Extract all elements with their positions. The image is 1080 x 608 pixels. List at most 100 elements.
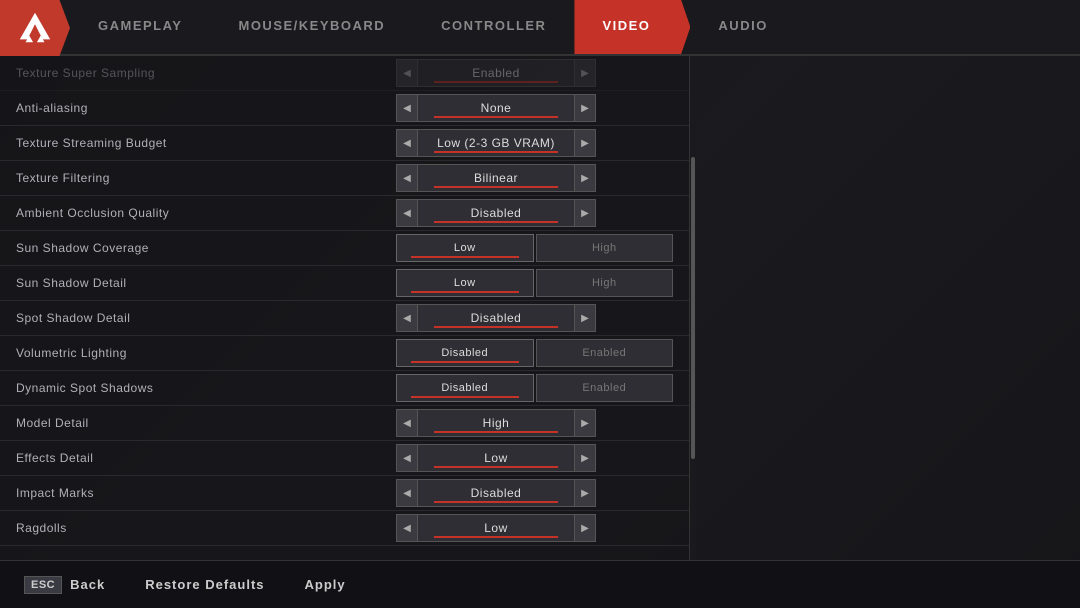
- arrow-selector-texture-streaming-budget[interactable]: ◀ Low (2-3 GB VRAM) ▶: [396, 129, 596, 157]
- arrow-left-effects-detail[interactable]: ◀: [396, 444, 418, 472]
- arrow-left-model-detail[interactable]: ◀: [396, 409, 418, 437]
- label-texture-streaming-budget: Texture Streaming Budget: [16, 136, 396, 150]
- setting-row-volumetric-lighting: Volumetric Lighting Disabled Enabled: [0, 336, 689, 371]
- arrow-selector-ambient-occlusion-quality[interactable]: ◀ Disabled ▶: [396, 199, 596, 227]
- label-effects-detail: Effects Detail: [16, 451, 396, 465]
- arrow-selector-impact-marks[interactable]: ◀ Disabled ▶: [396, 479, 596, 507]
- toggle-volumetric-lighting-disabled[interactable]: Disabled: [396, 339, 534, 367]
- arrow-selector-effects-detail[interactable]: ◀ Low ▶: [396, 444, 596, 472]
- arrow-right-top-faded[interactable]: ▶: [574, 59, 596, 87]
- toggle-sun-shadow-coverage-high[interactable]: High: [536, 234, 674, 262]
- value-texture-streaming-budget: Low (2-3 GB VRAM): [418, 129, 574, 157]
- app-container: GAMEPLAY MOUSE/KEYBOARD CONTROLLER VIDEO…: [0, 0, 1080, 608]
- right-panel: [696, 56, 1080, 560]
- control-sun-shadow-detail: Low High: [396, 269, 673, 297]
- toggle-volumetric-lighting-enabled[interactable]: Enabled: [536, 339, 674, 367]
- arrow-right-spot-shadow-detail[interactable]: ▶: [574, 304, 596, 332]
- toggle-sun-shadow-coverage: Low High: [396, 234, 673, 262]
- restore-defaults-button[interactable]: Restore Defaults: [145, 577, 264, 592]
- label-anti-aliasing: Anti-aliasing: [16, 101, 396, 115]
- apply-button[interactable]: Apply: [305, 577, 346, 592]
- setting-row-top-faded: Texture Super Sampling ◀ Enabled ▶: [0, 56, 689, 91]
- arrow-right-anti-aliasing[interactable]: ▶: [574, 94, 596, 122]
- underline-effects-detail: [434, 466, 559, 468]
- toggle-sun-shadow-detail-high[interactable]: High: [536, 269, 674, 297]
- setting-row-model-detail: Model Detail ◀ High ▶: [0, 406, 689, 441]
- settings-scroll[interactable]: Texture Super Sampling ◀ Enabled ▶: [0, 56, 689, 560]
- setting-row-anti-aliasing: Anti-aliasing ◀ None ▶: [0, 91, 689, 126]
- arrow-right-ambient-occlusion-quality[interactable]: ▶: [574, 199, 596, 227]
- control-spot-shadow-detail: ◀ Disabled ▶: [396, 304, 673, 332]
- toggle-dynamic-spot-shadows-disabled[interactable]: Disabled: [396, 374, 534, 402]
- back-button[interactable]: ESC Back: [24, 576, 105, 594]
- underline-impact-marks: [434, 501, 559, 503]
- setting-row-texture-streaming-budget: Texture Streaming Budget ◀ Low (2-3 GB V…: [0, 126, 689, 161]
- arrow-selector-model-detail[interactable]: ◀ High ▶: [396, 409, 596, 437]
- arrow-selector-anti-aliasing[interactable]: ◀ None ▶: [396, 94, 596, 122]
- back-label: Back: [70, 577, 105, 592]
- control-top-faded: ◀ Enabled ▶: [396, 59, 673, 87]
- scroll-divider[interactable]: [690, 56, 696, 560]
- bottom-bar: ESC Back Restore Defaults Apply: [0, 560, 1080, 608]
- arrow-left-texture-streaming-budget[interactable]: ◀: [396, 129, 418, 157]
- toggle-sun-shadow-detail: Low High: [396, 269, 673, 297]
- tab-gameplay[interactable]: GAMEPLAY: [70, 0, 210, 54]
- arrow-right-texture-filtering[interactable]: ▶: [574, 164, 596, 192]
- scroll-thumb: [691, 157, 695, 459]
- underline-texture-streaming-budget: [434, 151, 559, 153]
- arrow-left-anti-aliasing[interactable]: ◀: [396, 94, 418, 122]
- nav-tabs: GAMEPLAY MOUSE/KEYBOARD CONTROLLER VIDEO…: [70, 0, 1080, 54]
- arrow-right-texture-streaming-budget[interactable]: ▶: [574, 129, 596, 157]
- arrow-left-ambient-occlusion-quality[interactable]: ◀: [396, 199, 418, 227]
- underline-sun-shadow-detail-low: [411, 291, 519, 293]
- apply-label: Apply: [305, 577, 346, 592]
- arrow-right-ragdolls[interactable]: ▶: [574, 514, 596, 542]
- setting-row-dynamic-spot-shadows: Dynamic Spot Shadows Disabled Enabled: [0, 371, 689, 406]
- underline-spot-shadow-detail: [434, 326, 559, 328]
- control-texture-filtering: ◀ Bilinear ▶: [396, 164, 673, 192]
- arrow-right-model-detail[interactable]: ▶: [574, 409, 596, 437]
- underline-dynamic-spot-shadows-disabled: [411, 396, 519, 398]
- underline-volumetric-lighting-disabled: [411, 361, 519, 363]
- tab-controller[interactable]: CONTROLLER: [413, 0, 574, 54]
- underline-ambient-occlusion-quality: [434, 221, 559, 223]
- settings-panel: Texture Super Sampling ◀ Enabled ▶: [0, 56, 690, 560]
- toggle-sun-shadow-coverage-low[interactable]: Low: [396, 234, 534, 262]
- main-content: Texture Super Sampling ◀ Enabled ▶: [0, 56, 1080, 560]
- apex-logo-icon: [16, 9, 54, 47]
- esc-badge: ESC: [24, 576, 62, 594]
- arrow-selector-top-faded[interactable]: ◀ Enabled ▶: [396, 59, 596, 87]
- arrow-selector-ragdolls[interactable]: ◀ Low ▶: [396, 514, 596, 542]
- underline-ragdolls: [434, 536, 559, 538]
- tab-mouse-keyboard[interactable]: MOUSE/KEYBOARD: [210, 0, 413, 54]
- tab-audio[interactable]: AUDIO: [690, 0, 795, 54]
- underline-sun-shadow-coverage-low: [411, 256, 519, 258]
- label-sun-shadow-coverage: Sun Shadow Coverage: [16, 241, 396, 255]
- arrow-right-impact-marks[interactable]: ▶: [574, 479, 596, 507]
- label-top-faded: Texture Super Sampling: [16, 66, 396, 80]
- arrow-left-impact-marks[interactable]: ◀: [396, 479, 418, 507]
- underline-texture-filtering: [434, 186, 559, 188]
- arrow-selector-texture-filtering[interactable]: ◀ Bilinear ▶: [396, 164, 596, 192]
- setting-row-sun-shadow-detail: Sun Shadow Detail Low High: [0, 266, 689, 301]
- label-dynamic-spot-shadows: Dynamic Spot Shadows: [16, 381, 396, 395]
- top-nav: GAMEPLAY MOUSE/KEYBOARD CONTROLLER VIDEO…: [0, 0, 1080, 56]
- arrow-left-ragdolls[interactable]: ◀: [396, 514, 418, 542]
- arrow-left-spot-shadow-detail[interactable]: ◀: [396, 304, 418, 332]
- label-ragdolls: Ragdolls: [16, 521, 396, 535]
- arrow-left-top-faded[interactable]: ◀: [396, 59, 418, 87]
- label-impact-marks: Impact Marks: [16, 486, 396, 500]
- toggle-sun-shadow-detail-low[interactable]: Low: [396, 269, 534, 297]
- control-texture-streaming-budget: ◀ Low (2-3 GB VRAM) ▶: [396, 129, 673, 157]
- toggle-dynamic-spot-shadows: Disabled Enabled: [396, 374, 673, 402]
- label-ambient-occlusion-quality: Ambient Occlusion Quality: [16, 206, 396, 220]
- arrow-left-texture-filtering[interactable]: ◀: [396, 164, 418, 192]
- arrow-selector-spot-shadow-detail[interactable]: ◀ Disabled ▶: [396, 304, 596, 332]
- toggle-dynamic-spot-shadows-enabled[interactable]: Enabled: [536, 374, 674, 402]
- setting-row-spot-shadow-detail: Spot Shadow Detail ◀ Disabled ▶: [0, 301, 689, 336]
- control-effects-detail: ◀ Low ▶: [396, 444, 673, 472]
- arrow-right-effects-detail[interactable]: ▶: [574, 444, 596, 472]
- value-spot-shadow-detail: Disabled: [418, 304, 574, 332]
- value-impact-marks: Disabled: [418, 479, 574, 507]
- tab-video[interactable]: VIDEO: [574, 0, 690, 54]
